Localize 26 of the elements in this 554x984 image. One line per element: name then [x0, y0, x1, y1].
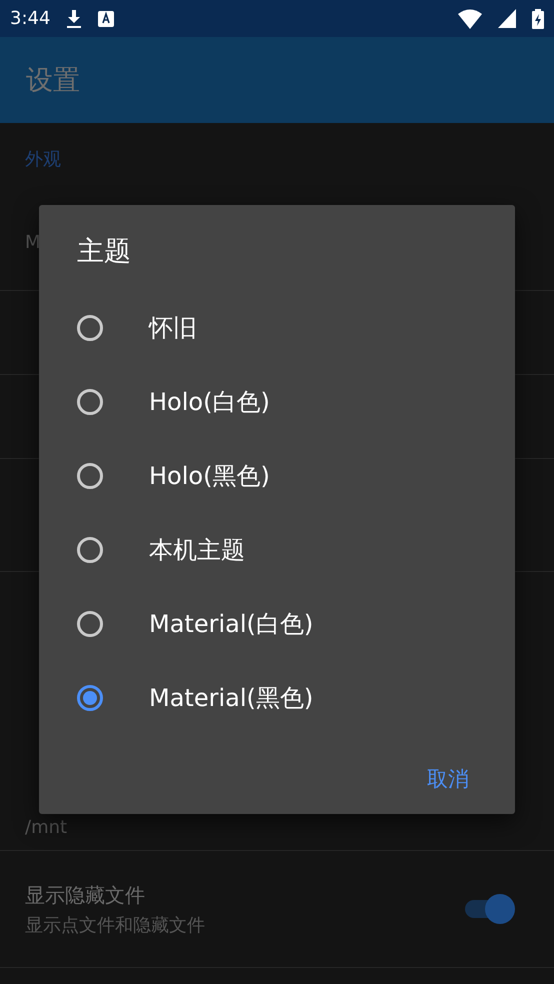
option-label[interactable]: Holo(白色): [149, 386, 270, 418]
setting-subtitle: /mnt: [25, 817, 68, 838]
radio-button[interactable]: [77, 611, 103, 637]
download-icon: [66, 10, 82, 28]
option-label[interactable]: 怀旧: [149, 312, 197, 344]
app-title: 设置: [26, 64, 80, 98]
signal-icon: [498, 9, 516, 28]
keyboard-icon: [98, 10, 114, 26]
section-header: 外观: [25, 148, 61, 171]
radio-button[interactable]: [77, 389, 103, 415]
option-label[interactable]: Material(黑色): [149, 682, 314, 714]
setting-title: 显示隐藏文件: [25, 882, 145, 908]
setting-subtitle: 显示点文件和隐藏文件: [25, 914, 205, 936]
status-time: 3:44: [10, 8, 50, 29]
dialog-title: 主题: [77, 235, 131, 269]
wifi-icon: [458, 8, 482, 28]
radio-button[interactable]: [77, 537, 103, 563]
radio-button[interactable]: [77, 463, 103, 489]
option-label[interactable]: 本机主题: [149, 534, 245, 566]
toggle-switch[interactable]: [465, 894, 515, 924]
option-label[interactable]: Holo(黑色): [149, 460, 270, 492]
option-label[interactable]: Material(白色): [149, 608, 314, 640]
setting-subtitle: M: [25, 232, 41, 253]
radio-button[interactable]: [77, 685, 103, 711]
battery-icon: [532, 8, 544, 28]
radio-button[interactable]: [77, 315, 103, 341]
